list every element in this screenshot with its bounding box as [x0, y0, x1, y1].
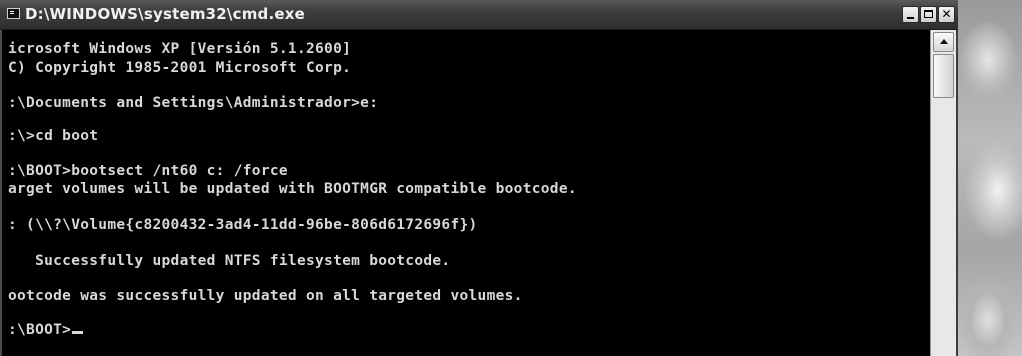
console-line: icrosoft Windows XP [Versión 5.1.2600]	[8, 41, 352, 57]
console-line: : (\\?\Volume{c8200432-3ad4-11dd-96be-80…	[8, 217, 478, 233]
console-line: C) Copyright 1985-2001 Microsoft Corp.	[8, 60, 352, 76]
desktop-wallpaper	[958, 0, 1022, 356]
scroll-thumb[interactable]	[933, 54, 954, 98]
console-line: :\>cd boot	[8, 128, 99, 144]
console-line: ootcode was successfully updated on all …	[8, 288, 523, 304]
cmd-window: D:\WINDOWS\system32\cmd.exe ✕ icrosoft W…	[0, 0, 958, 356]
console-icon[interactable]	[7, 8, 20, 19]
maximize-button[interactable]	[920, 6, 937, 23]
minimize-button[interactable]	[902, 6, 919, 23]
text-cursor	[72, 331, 84, 334]
close-button[interactable]: ✕	[938, 6, 955, 23]
vertical-scrollbar[interactable]	[930, 30, 956, 356]
prompt-line[interactable]: :\BOOT>	[8, 322, 84, 338]
console-line: :\Documents and Settings\Administrador>e…	[8, 95, 379, 111]
title-bar[interactable]: D:\WINDOWS\system32\cmd.exe ✕	[0, 0, 958, 30]
window-title: D:\WINDOWS\system32\cmd.exe	[25, 5, 305, 23]
scroll-up-button[interactable]	[933, 32, 954, 52]
console-line: Successfully updated NTFS filesystem boo…	[8, 253, 451, 269]
console-line: arget volumes will be updated with BOOTM…	[8, 181, 577, 197]
console-line: :\BOOT>bootsect /nt60 c: /force	[8, 163, 288, 179]
console-output[interactable]: icrosoft Windows XP [Versión 5.1.2600] C…	[0, 30, 930, 356]
prompt-text: :\BOOT>	[8, 322, 72, 338]
